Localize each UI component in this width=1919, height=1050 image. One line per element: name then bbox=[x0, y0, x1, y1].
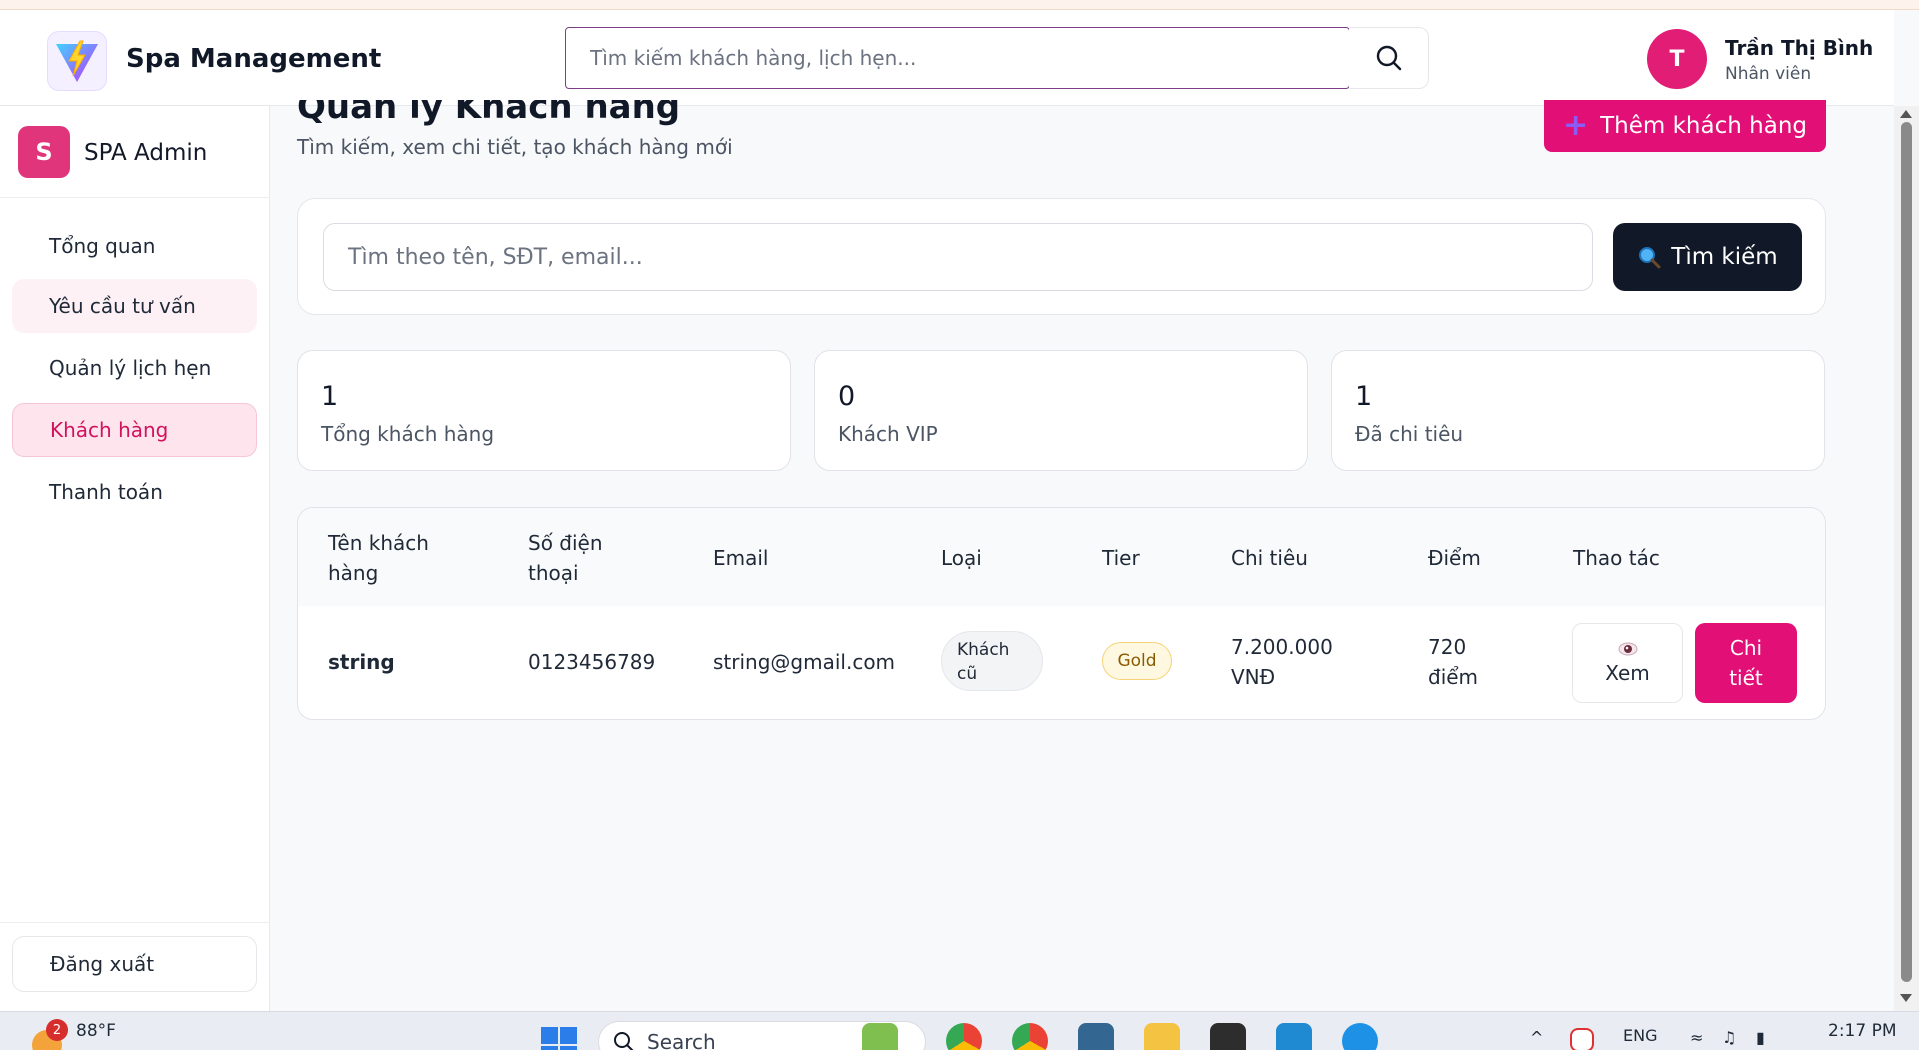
global-search-input[interactable]: Tìm kiếm khách hàng, lịch hẹn... bbox=[565, 27, 1350, 89]
clock[interactable]: 2:17 PM bbox=[1828, 1021, 1897, 1041]
sidebar-item-label: Thanh toán bbox=[49, 480, 163, 504]
customer-search-input[interactable]: Tìm theo tên, SĐT, email... bbox=[323, 223, 1593, 291]
user-name: Trần Thị Bình bbox=[1725, 36, 1874, 60]
sidebar-item-label: Yêu cầu tư vấn bbox=[49, 294, 196, 318]
app-tray-icon[interactable] bbox=[1570, 1028, 1594, 1050]
bamboo-widget-icon[interactable] bbox=[862, 1023, 898, 1050]
logout-label: Đăng xuất bbox=[50, 952, 155, 976]
scroll-up-arrow-icon[interactable] bbox=[1900, 110, 1912, 118]
wifi-icon[interactable]: ≈ bbox=[1690, 1028, 1703, 1047]
scroll-down-arrow-icon[interactable] bbox=[1900, 994, 1912, 1002]
sidebar-item-customers[interactable]: Khách hàng bbox=[12, 403, 257, 457]
table-header: Tên khách hàng Số điện thoại Email Loại Ti… bbox=[298, 508, 1825, 606]
eye-icon bbox=[1618, 642, 1637, 656]
search-icon bbox=[614, 1032, 634, 1050]
plus-icon: + bbox=[1562, 108, 1589, 143]
app-logo[interactable] bbox=[47, 31, 107, 91]
vscode-icon[interactable] bbox=[1276, 1023, 1312, 1050]
customer-detail-button[interactable]: Chi tiết bbox=[1695, 623, 1797, 703]
sidebar-item-overview[interactable]: Tổng quan bbox=[12, 219, 257, 273]
stat-label: Đã chi tiêu bbox=[1355, 422, 1464, 446]
customer-phone: 0123456789 bbox=[528, 650, 656, 674]
windows-start-icon[interactable] bbox=[541, 1027, 577, 1050]
sidebar-item-consultation[interactable]: Yêu cầu tư vấn bbox=[12, 279, 257, 333]
terminal-icon[interactable] bbox=[1210, 1023, 1246, 1050]
customer-points: 720 điểm bbox=[1428, 635, 1479, 689]
column-header-tier: Tier bbox=[1102, 546, 1140, 570]
divider bbox=[0, 922, 270, 923]
sidebar: S SPA Admin Tổng quan Yêu cầu tư vấn Quả… bbox=[0, 106, 270, 1011]
vite-logo-icon bbox=[56, 40, 98, 82]
scrollbar-thumb[interactable] bbox=[1901, 122, 1912, 982]
docker-icon[interactable] bbox=[1342, 1023, 1378, 1050]
customer-spent: 7.200.000 VNĐ bbox=[1231, 635, 1333, 689]
customer-search-label: Tìm kiếm bbox=[1671, 244, 1778, 270]
add-customer-button[interactable]: + Thêm khách hàng bbox=[1544, 100, 1826, 152]
page-subtitle: Tìm kiếm, xem chi tiết, tạo khách hàng m… bbox=[297, 135, 733, 159]
stat-card-total-customers: 1 Tổng khách hàng bbox=[297, 350, 791, 471]
sidebar-item-appointments[interactable]: Quản lý lịch hẹn bbox=[12, 341, 257, 395]
postgresql-icon[interactable] bbox=[1078, 1023, 1114, 1050]
brand-badge: S bbox=[18, 126, 70, 178]
tier-badge: Gold bbox=[1102, 642, 1172, 680]
column-header-type: Loại bbox=[941, 546, 982, 570]
magnifier-icon bbox=[1639, 247, 1661, 269]
weather-temperature[interactable]: 88°F bbox=[76, 1021, 116, 1041]
search-icon bbox=[1376, 45, 1401, 71]
battery-icon[interactable]: ▮ bbox=[1756, 1028, 1765, 1047]
logout-button[interactable]: Đăng xuất bbox=[12, 936, 257, 992]
stat-card-vip-customers: 0 Khách VIP bbox=[814, 350, 1308, 471]
chrome-profile-icon[interactable] bbox=[1012, 1023, 1048, 1050]
file-explorer-icon[interactable] bbox=[1144, 1023, 1180, 1050]
column-header-actions: Thao tác bbox=[1573, 546, 1660, 570]
browser-top-accent bbox=[0, 0, 1919, 10]
column-header-spent: Chi tiêu bbox=[1231, 546, 1308, 570]
language-indicator[interactable]: ENG bbox=[1623, 1026, 1657, 1045]
app-title: Spa Management bbox=[126, 44, 382, 74]
show-hidden-icons-chevron-icon[interactable]: ^ bbox=[1530, 1028, 1543, 1047]
user-role: Nhân viên bbox=[1725, 64, 1812, 84]
brand-name: SPA Admin bbox=[84, 140, 208, 166]
customer-search-card: Tìm theo tên, SĐT, email... Tìm kiếm bbox=[297, 198, 1826, 315]
user-avatar[interactable]: T bbox=[1647, 29, 1707, 89]
sidebar-item-label: Khách hàng bbox=[50, 418, 169, 442]
stat-value: 1 bbox=[321, 381, 339, 412]
column-header-points: Điểm bbox=[1428, 546, 1481, 570]
column-header-email: Email bbox=[713, 546, 769, 570]
chrome-icon[interactable] bbox=[946, 1023, 982, 1050]
customer-name: string bbox=[328, 650, 395, 674]
stat-value: 0 bbox=[838, 381, 856, 412]
stat-label: Khách VIP bbox=[838, 422, 938, 446]
view-label: Xem bbox=[1605, 661, 1650, 685]
sidebar-item-payments[interactable]: Thanh toán bbox=[12, 465, 257, 519]
add-customer-label: Thêm khách hàng bbox=[1600, 113, 1807, 139]
customer-table: Tên khách hàng Số điện thoại Email Loại Ti… bbox=[297, 507, 1826, 720]
sidebar-item-label: Tổng quan bbox=[49, 234, 156, 258]
top-header: Spa Management Tìm kiếm khách hàng, lịch… bbox=[0, 10, 1894, 106]
customer-type-badge: Khách cũ bbox=[941, 631, 1043, 691]
page-scrollbar[interactable] bbox=[1894, 106, 1919, 1011]
column-header-name: Tên khách hàng bbox=[328, 531, 429, 585]
customer-search-button[interactable]: Tìm kiếm bbox=[1613, 223, 1802, 291]
windows-taskbar: 2 88°F Search ^ ENG ≈ ♫ ▮ 2:17 PM bbox=[0, 1011, 1919, 1050]
global-search-button[interactable] bbox=[1349, 27, 1429, 89]
volume-icon[interactable]: ♫ bbox=[1722, 1028, 1736, 1047]
column-header-phone: Số điện thoại bbox=[528, 531, 603, 585]
stat-value: 1 bbox=[1355, 381, 1373, 412]
divider bbox=[0, 197, 270, 198]
taskbar-search-label: Search bbox=[647, 1030, 716, 1050]
stat-label: Tổng khách hàng bbox=[321, 422, 495, 446]
notification-badge: 2 bbox=[46, 1019, 68, 1041]
stat-card-spent: 1 Đã chi tiêu bbox=[1331, 350, 1825, 471]
sidebar-item-label: Quản lý lịch hẹn bbox=[49, 356, 212, 380]
customer-email: string@gmail.com bbox=[713, 650, 896, 674]
view-customer-button[interactable]: Xem bbox=[1572, 623, 1683, 703]
